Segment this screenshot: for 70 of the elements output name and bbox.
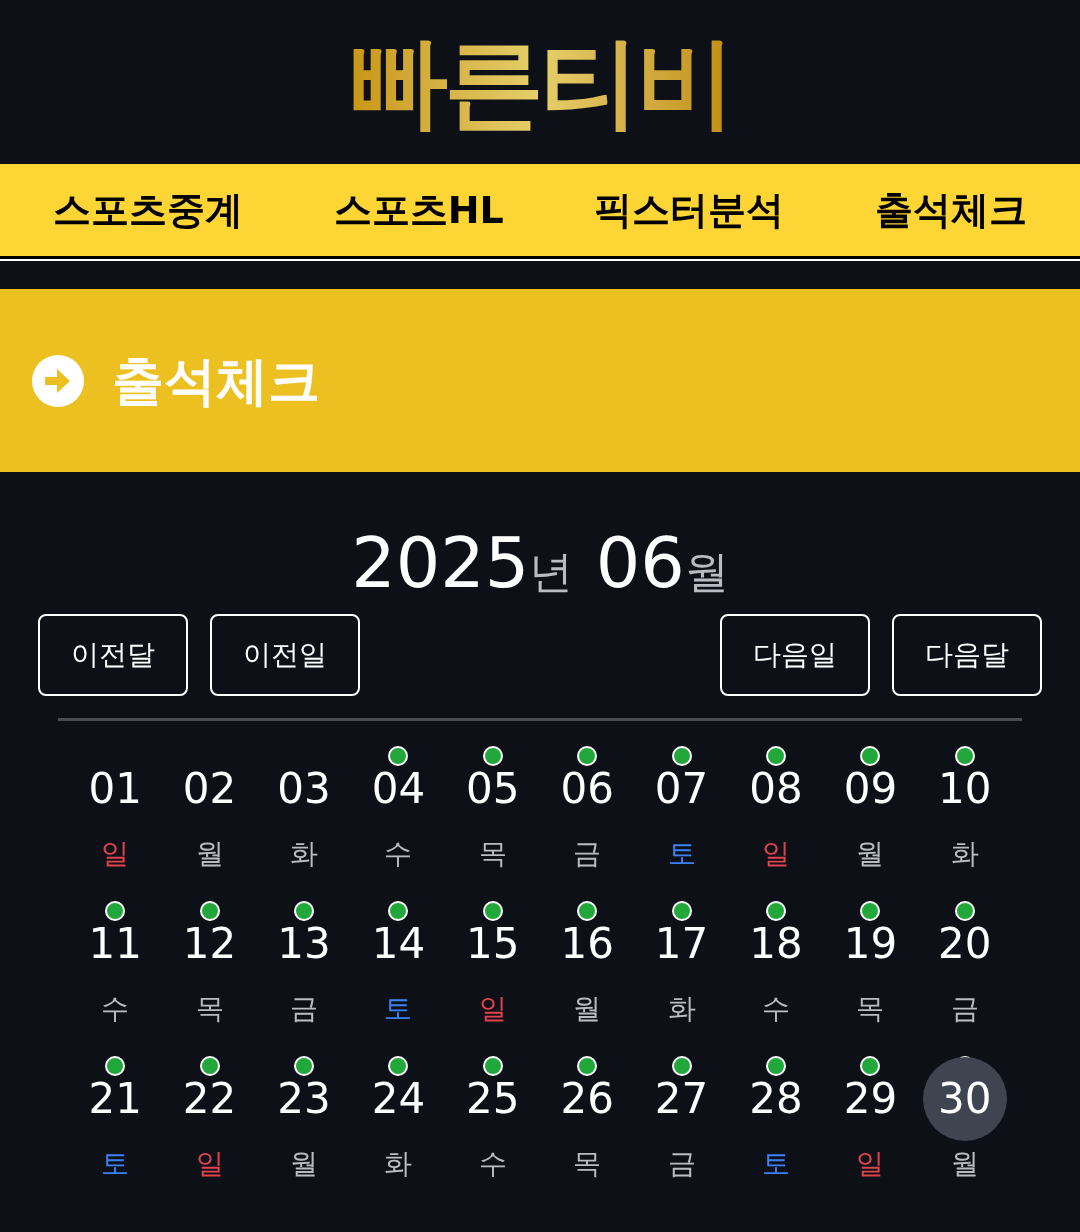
weekday-label: 수 [101,991,130,1027]
day-number[interactable]: 08 [734,747,818,831]
day-number[interactable]: 12 [167,902,252,986]
weekday-label: 화 [384,1146,413,1182]
weekday-label: 토 [101,1146,130,1182]
day-number[interactable]: 02 [167,747,252,831]
nav-tab[interactable]: 스포츠중계 [41,181,256,239]
weekday-label: 월 [290,1146,318,1182]
weekday-label: 월 [573,991,602,1027]
weekday-label: 토 [384,991,413,1027]
weekday-label: 토 [762,1146,790,1182]
day-number[interactable]: 07 [639,747,724,831]
page-title: 출석체크 [112,349,320,413]
weekday-label: 월 [950,1146,979,1182]
nav-button[interactable]: 이전일 [210,614,360,696]
day-number[interactable]: 16 [545,902,630,986]
day-number[interactable]: 22 [167,1057,252,1141]
year-month-title: 2025 년 06월 [351,528,729,598]
weekday-label: 목 [573,1146,602,1182]
weekday-label: 토 [667,836,696,872]
weekday-label: 수 [384,836,413,872]
day-number[interactable]: 19 [828,902,913,986]
day-number[interactable]: 15 [450,902,535,986]
day-number[interactable]: 11 [73,902,158,986]
weekday-label: 목 [856,991,885,1027]
weekday-label: 화 [667,991,696,1027]
nav-tab[interactable]: 스포츠HL [321,181,516,239]
day-number[interactable]: 04 [356,747,441,831]
day-number[interactable]: 18 [734,902,818,986]
weekday-label: 금 [950,991,979,1027]
weekday-label: 일 [762,836,790,872]
weekday-label: 일 [195,1146,224,1182]
day-number[interactable]: 29 [828,1057,913,1141]
day-number[interactable]: 27 [639,1057,724,1141]
day-number[interactable]: 03 [262,747,346,831]
day-number[interactable]: 13 [262,902,346,986]
day-number[interactable]: 30 [922,1057,1007,1141]
weekday-label: 수 [762,991,790,1027]
day-number[interactable]: 24 [356,1057,441,1141]
day-number[interactable]: 01 [73,747,158,831]
weekday-label: 일 [478,991,507,1027]
weekday-label: 화 [950,836,979,872]
day-number[interactable]: 10 [922,747,1007,831]
day-number[interactable]: 17 [639,902,724,986]
weekday-label: 월 [195,836,224,872]
day-number[interactable]: 21 [73,1057,158,1141]
day-number[interactable]: 05 [450,747,535,831]
nav-button[interactable]: 이전달 [38,614,188,696]
day-number[interactable]: 23 [262,1057,346,1141]
weekday-label: 금 [290,991,318,1027]
weekday-label: 일 [856,1146,885,1182]
weekday-label: 일 [101,836,130,872]
day-number[interactable]: 09 [828,747,913,831]
weekday-label: 목 [195,991,224,1027]
day-number[interactable]: 25 [450,1057,535,1141]
weekday-label: 월 [856,836,885,872]
day-number[interactable]: 28 [734,1057,818,1141]
weekday-label: 금 [667,1146,696,1182]
day-number[interactable]: 20 [922,902,1007,986]
day-number[interactable]: 06 [545,747,630,831]
nav-tab[interactable]: 픽스터분석 [582,181,797,239]
nav-tab[interactable]: 출석체크 [862,181,1039,239]
weekday-label: 화 [290,836,318,872]
nav-button[interactable]: 다음일 [720,614,870,696]
weekday-label: 수 [478,1146,507,1182]
day-number[interactable]: 14 [356,902,441,986]
nav-button[interactable]: 다음달 [892,614,1042,696]
weekday-label: 목 [478,836,507,872]
day-number[interactable]: 26 [545,1057,630,1141]
weekday-label: 금 [573,836,602,872]
